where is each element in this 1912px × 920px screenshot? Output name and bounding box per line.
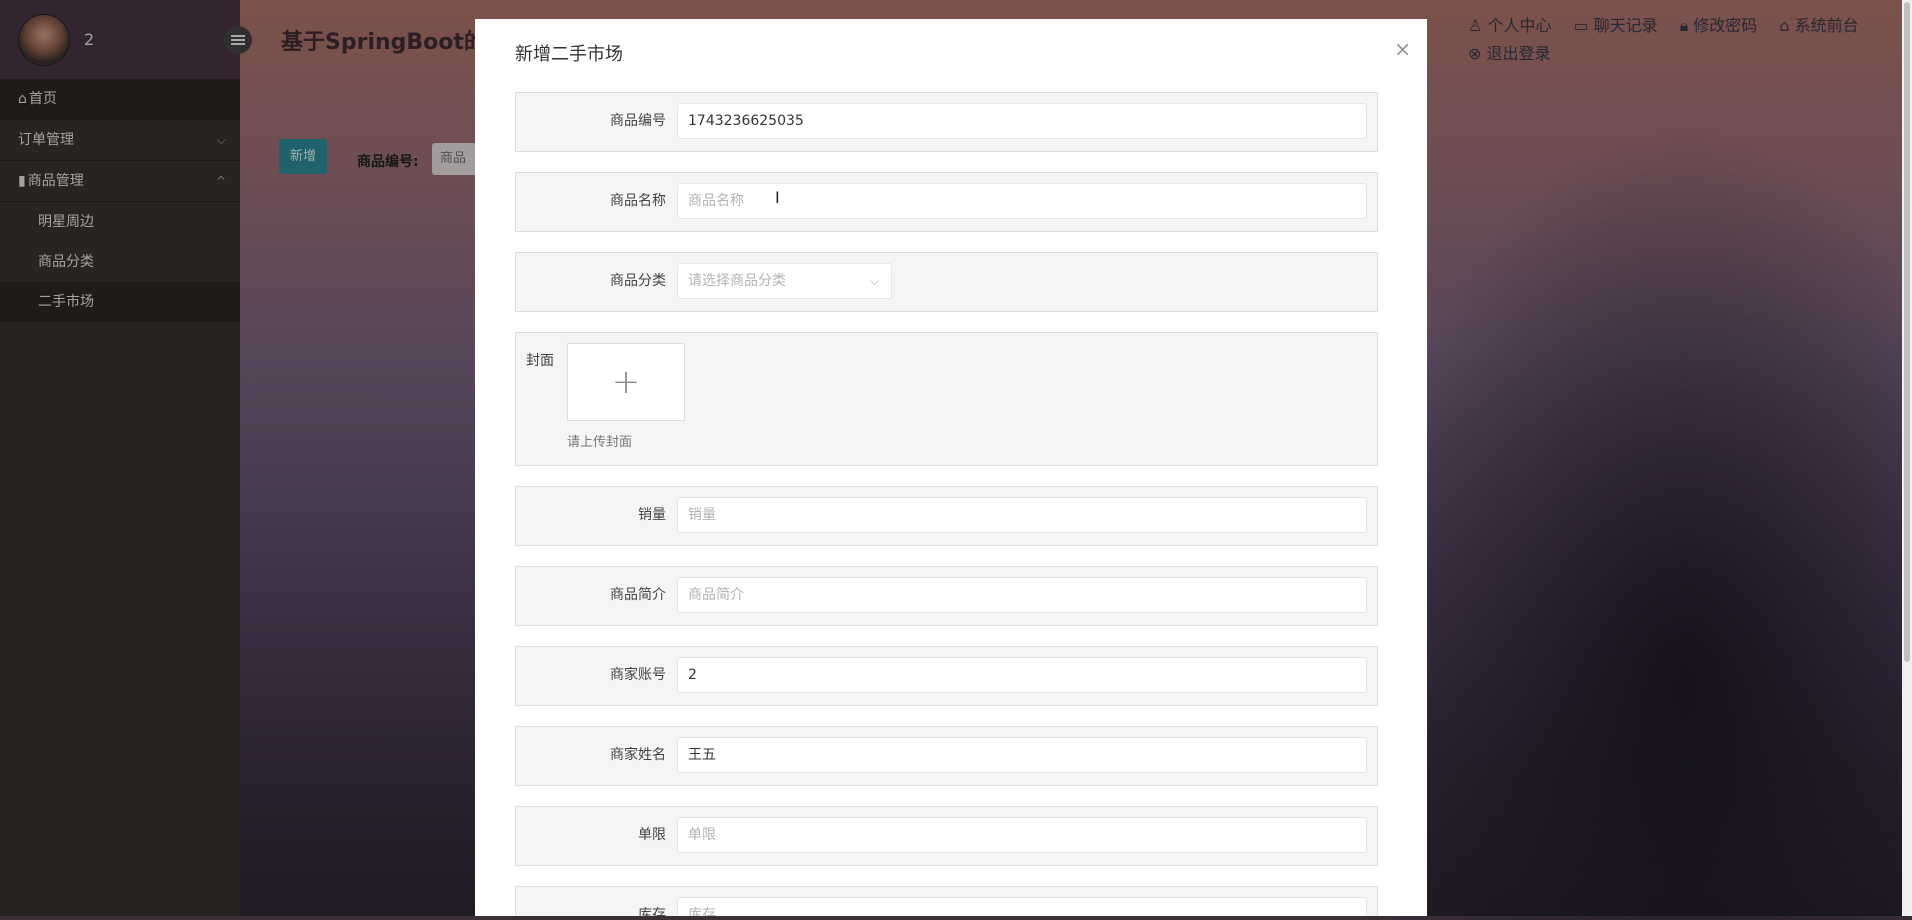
description-input[interactable]: 商品简介 [677, 577, 1367, 613]
form-row-stock: 库存 库存 [515, 886, 1378, 916]
product-code-input[interactable]: 1743236625035 [677, 103, 1367, 139]
chevron-down-icon: ⌵ [869, 274, 879, 288]
merchant-name-input[interactable]: 王五 [677, 737, 1367, 773]
merchant-account-input[interactable]: 2 [677, 657, 1367, 693]
field-label: 商品名称 [610, 193, 666, 209]
field-label: 商品编号 [610, 113, 666, 129]
sales-input[interactable]: 销量 [677, 497, 1367, 533]
form-row-sales: 销量 销量 [515, 486, 1378, 546]
form-row-product-category: 商品分类 请选择商品分类 ⌵ [515, 252, 1378, 312]
form-row-product-code: 商品编号 1743236625035 [515, 92, 1378, 152]
scrollbar-thumb[interactable] [1904, 2, 1910, 662]
product-name-input[interactable]: 商品名称 [677, 183, 1367, 219]
product-category-select[interactable]: 请选择商品分类 ⌵ [677, 263, 892, 299]
limit-input[interactable]: 单限 [677, 817, 1367, 853]
form-row-product-name: 商品名称 商品名称 [515, 172, 1378, 232]
field-label: 商品简介 [610, 587, 666, 603]
field-label: 商家账号 [610, 667, 666, 683]
field-label: 封面 [526, 353, 554, 369]
form-row-merchant-name: 商家姓名 王五 [515, 726, 1378, 786]
dialog-title: 新增二手市场 [515, 44, 623, 65]
form-row-merchant-account: 商家账号 2 [515, 646, 1378, 706]
stock-input[interactable]: 库存 [677, 897, 1367, 916]
cover-upload[interactable]: + [567, 343, 685, 421]
field-label: 商品分类 [610, 273, 666, 289]
form-row-limit: 单限 单限 [515, 806, 1378, 866]
page-scrollbar[interactable] [1902, 0, 1912, 916]
close-icon[interactable]: × [1394, 37, 1411, 61]
field-label: 销量 [638, 507, 666, 523]
add-form: 商品编号 1743236625035 商品名称 商品名称 商品分类 请选择商品分… [515, 92, 1378, 916]
upload-hint: 请上传封面 [567, 435, 633, 450]
field-label: 商家姓名 [610, 747, 666, 763]
form-row-description: 商品简介 商品简介 [515, 566, 1378, 626]
form-row-cover: 封面 + 请上传封面 [515, 332, 1378, 466]
field-label: 库存 [638, 907, 666, 916]
text-cursor-icon: I [775, 188, 780, 207]
plus-icon: + [611, 362, 641, 402]
add-dialog: 新增二手市场 × 商品编号 1743236625035 商品名称 商品名称 商品… [475, 19, 1427, 916]
field-label: 单限 [638, 827, 666, 843]
